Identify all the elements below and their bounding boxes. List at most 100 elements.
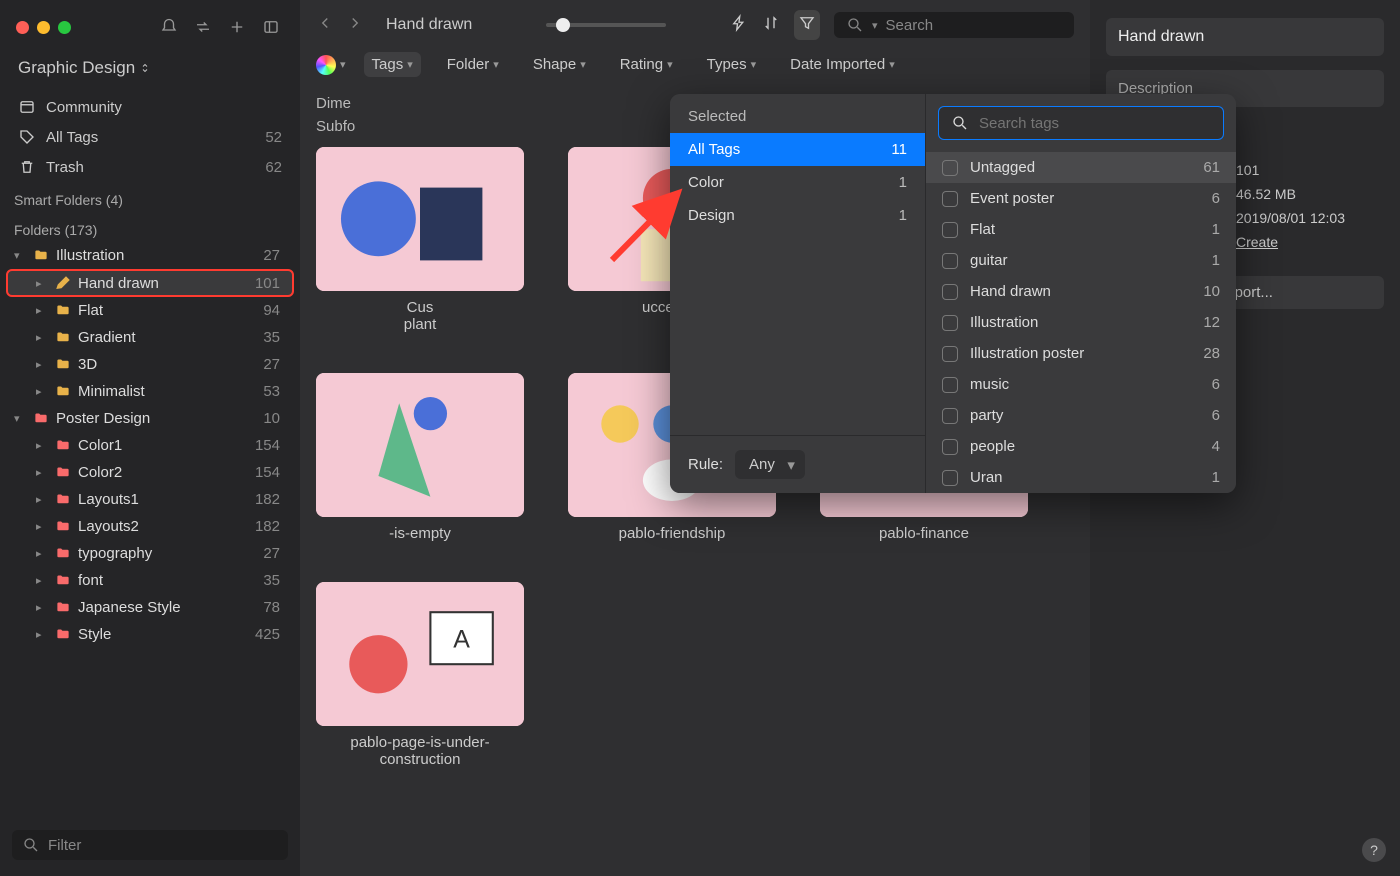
- item-label: pablo-finance: [879, 525, 969, 542]
- tag-option-event-poster[interactable]: Event poster6: [926, 183, 1236, 214]
- sidebar-filter[interactable]: Filter: [12, 830, 288, 860]
- folders-header[interactable]: Folders (173): [0, 212, 300, 242]
- tag-option-guitar[interactable]: guitar1: [926, 245, 1236, 276]
- community-icon: [18, 98, 36, 116]
- all-tags-label: All Tags: [46, 129, 98, 146]
- checkbox-icon: [942, 408, 958, 424]
- grid-item[interactable]: Apablo-page-is-under-construction: [316, 582, 524, 768]
- tag-option-music[interactable]: music6: [926, 369, 1236, 400]
- create-password-link[interactable]: Create: [1236, 234, 1278, 250]
- tag-option-party[interactable]: party6: [926, 400, 1236, 431]
- item-label: pablo-friendship: [619, 525, 726, 542]
- folder-illustration[interactable]: ▾Illustration27: [6, 242, 294, 269]
- community-label: Community: [46, 99, 122, 116]
- grid-item[interactable]: Cusplant: [316, 147, 524, 333]
- filter-shape[interactable]: Shape ▾: [525, 52, 594, 77]
- popup-right-panel: Untagged61Event poster6Flat1guitar1Hand …: [925, 94, 1236, 493]
- item-label: pablo-page-is-under-construction: [316, 734, 524, 768]
- tag-group-all-tags[interactable]: All Tags11: [670, 133, 925, 166]
- close-window[interactable]: [16, 21, 29, 34]
- rule-select[interactable]: Any: [735, 450, 805, 479]
- nav-forward[interactable]: [346, 14, 364, 36]
- folder-poster-design[interactable]: ▾Poster Design10: [6, 405, 294, 432]
- sidebar-item-community[interactable]: Community: [6, 92, 294, 122]
- checkbox-icon: [942, 439, 958, 455]
- checkbox-icon: [942, 346, 958, 362]
- color-wheel-icon: [316, 55, 336, 75]
- search-icon: [846, 16, 864, 34]
- bolt-icon[interactable]: [730, 14, 748, 36]
- folder-font[interactable]: ▸font35: [6, 567, 294, 594]
- tag-option-untagged[interactable]: Untagged61: [926, 152, 1236, 183]
- filter-tags[interactable]: Tags ▾: [364, 52, 421, 77]
- folder-tree: ▾Illustration27▸Hand drawn101▸Flat94▸Gra…: [0, 242, 300, 822]
- search-placeholder: Search: [886, 17, 934, 34]
- tag-search[interactable]: [938, 106, 1224, 140]
- zoom-thumb[interactable]: [556, 18, 570, 32]
- sync-icon[interactable]: [190, 14, 216, 40]
- filter-placeholder: Filter: [48, 837, 81, 854]
- checkbox-icon: [942, 160, 958, 176]
- tag-option-flat[interactable]: Flat1: [926, 214, 1236, 245]
- library-selector[interactable]: Graphic Design: [0, 52, 300, 92]
- folder-minimalist[interactable]: ▸Minimalist53: [6, 378, 294, 405]
- thumbnail: [316, 147, 524, 291]
- tag-option-uran[interactable]: Uran1: [926, 462, 1236, 493]
- minimize-window[interactable]: [37, 21, 50, 34]
- filter-rating[interactable]: Rating ▾: [612, 52, 681, 77]
- notifications-icon[interactable]: [156, 14, 182, 40]
- thumbnail: [316, 373, 524, 517]
- folder-color1[interactable]: ▸Color1154: [6, 432, 294, 459]
- tag-option-illustration[interactable]: Illustration12: [926, 307, 1236, 338]
- tag-option-hand-drawn[interactable]: Hand drawn10: [926, 276, 1236, 307]
- folder-color2[interactable]: ▸Color2154: [6, 459, 294, 486]
- add-icon[interactable]: [224, 14, 250, 40]
- help-button[interactable]: ?: [1362, 838, 1386, 862]
- filter-date-imported[interactable]: Date Imported ▾: [782, 52, 903, 77]
- folder-layouts1[interactable]: ▸Layouts1182: [6, 486, 294, 513]
- filter-icon[interactable]: [794, 10, 820, 40]
- color-filter[interactable]: ▾: [316, 55, 346, 75]
- checkbox-icon: [942, 222, 958, 238]
- tag-icon: [18, 128, 36, 146]
- checkbox-icon: [942, 315, 958, 331]
- svg-text:A: A: [453, 626, 470, 654]
- folder-japanese-style[interactable]: ▸Japanese Style78: [6, 594, 294, 621]
- folder-3d[interactable]: ▸3D27: [6, 351, 294, 378]
- window-controls: [16, 21, 71, 34]
- breadcrumb-title: Hand drawn: [386, 16, 472, 34]
- nav-back[interactable]: [316, 14, 334, 36]
- sort-icon[interactable]: [762, 14, 780, 36]
- titlebar: [0, 8, 300, 52]
- main-toolbar: Hand drawn ▾ Search: [300, 0, 1090, 46]
- sidebar-toggle-icon[interactable]: [258, 14, 284, 40]
- tag-option-people[interactable]: people4: [926, 431, 1236, 462]
- sidebar-item-all-tags[interactable]: All Tags 52: [6, 122, 294, 152]
- tag-search-input[interactable]: [979, 115, 1211, 132]
- tag-group-color[interactable]: Color1: [670, 166, 925, 199]
- filter-folder[interactable]: Folder ▾: [439, 52, 507, 77]
- grid-item[interactable]: -is-empty: [316, 373, 524, 542]
- folder-layouts2[interactable]: ▸Layouts2182: [6, 513, 294, 540]
- tag-option-illustration-poster[interactable]: Illustration poster28: [926, 338, 1236, 369]
- tag-group-design[interactable]: Design1: [670, 199, 925, 232]
- folder-hand-drawn[interactable]: ▸Hand drawn101: [6, 269, 294, 297]
- maximize-window[interactable]: [58, 21, 71, 34]
- checkbox-icon: [942, 377, 958, 393]
- zoom-slider[interactable]: [546, 23, 666, 27]
- inspector-title[interactable]: Hand drawn: [1106, 18, 1384, 56]
- sidebar: Graphic Design Community All Tags 52 Tra…: [0, 0, 300, 876]
- smart-folders-header[interactable]: Smart Folders (4): [0, 182, 300, 212]
- folder-style[interactable]: ▸Style425: [6, 621, 294, 648]
- search-icon: [951, 114, 969, 132]
- sidebar-item-trash[interactable]: Trash 62: [6, 152, 294, 182]
- popup-left-panel: Selected All Tags11Color1Design1 Rule: A…: [670, 94, 925, 493]
- filter-types[interactable]: Types ▾: [699, 52, 765, 77]
- item-label: -is-empty: [389, 525, 451, 542]
- search-box[interactable]: ▾ Search: [834, 12, 1074, 38]
- library-name: Graphic Design: [18, 58, 135, 78]
- folder-typography[interactable]: ▸typography27: [6, 540, 294, 567]
- folder-flat[interactable]: ▸Flat94: [6, 297, 294, 324]
- popup-footer: Rule: Any: [670, 435, 925, 493]
- folder-gradient[interactable]: ▸Gradient35: [6, 324, 294, 351]
